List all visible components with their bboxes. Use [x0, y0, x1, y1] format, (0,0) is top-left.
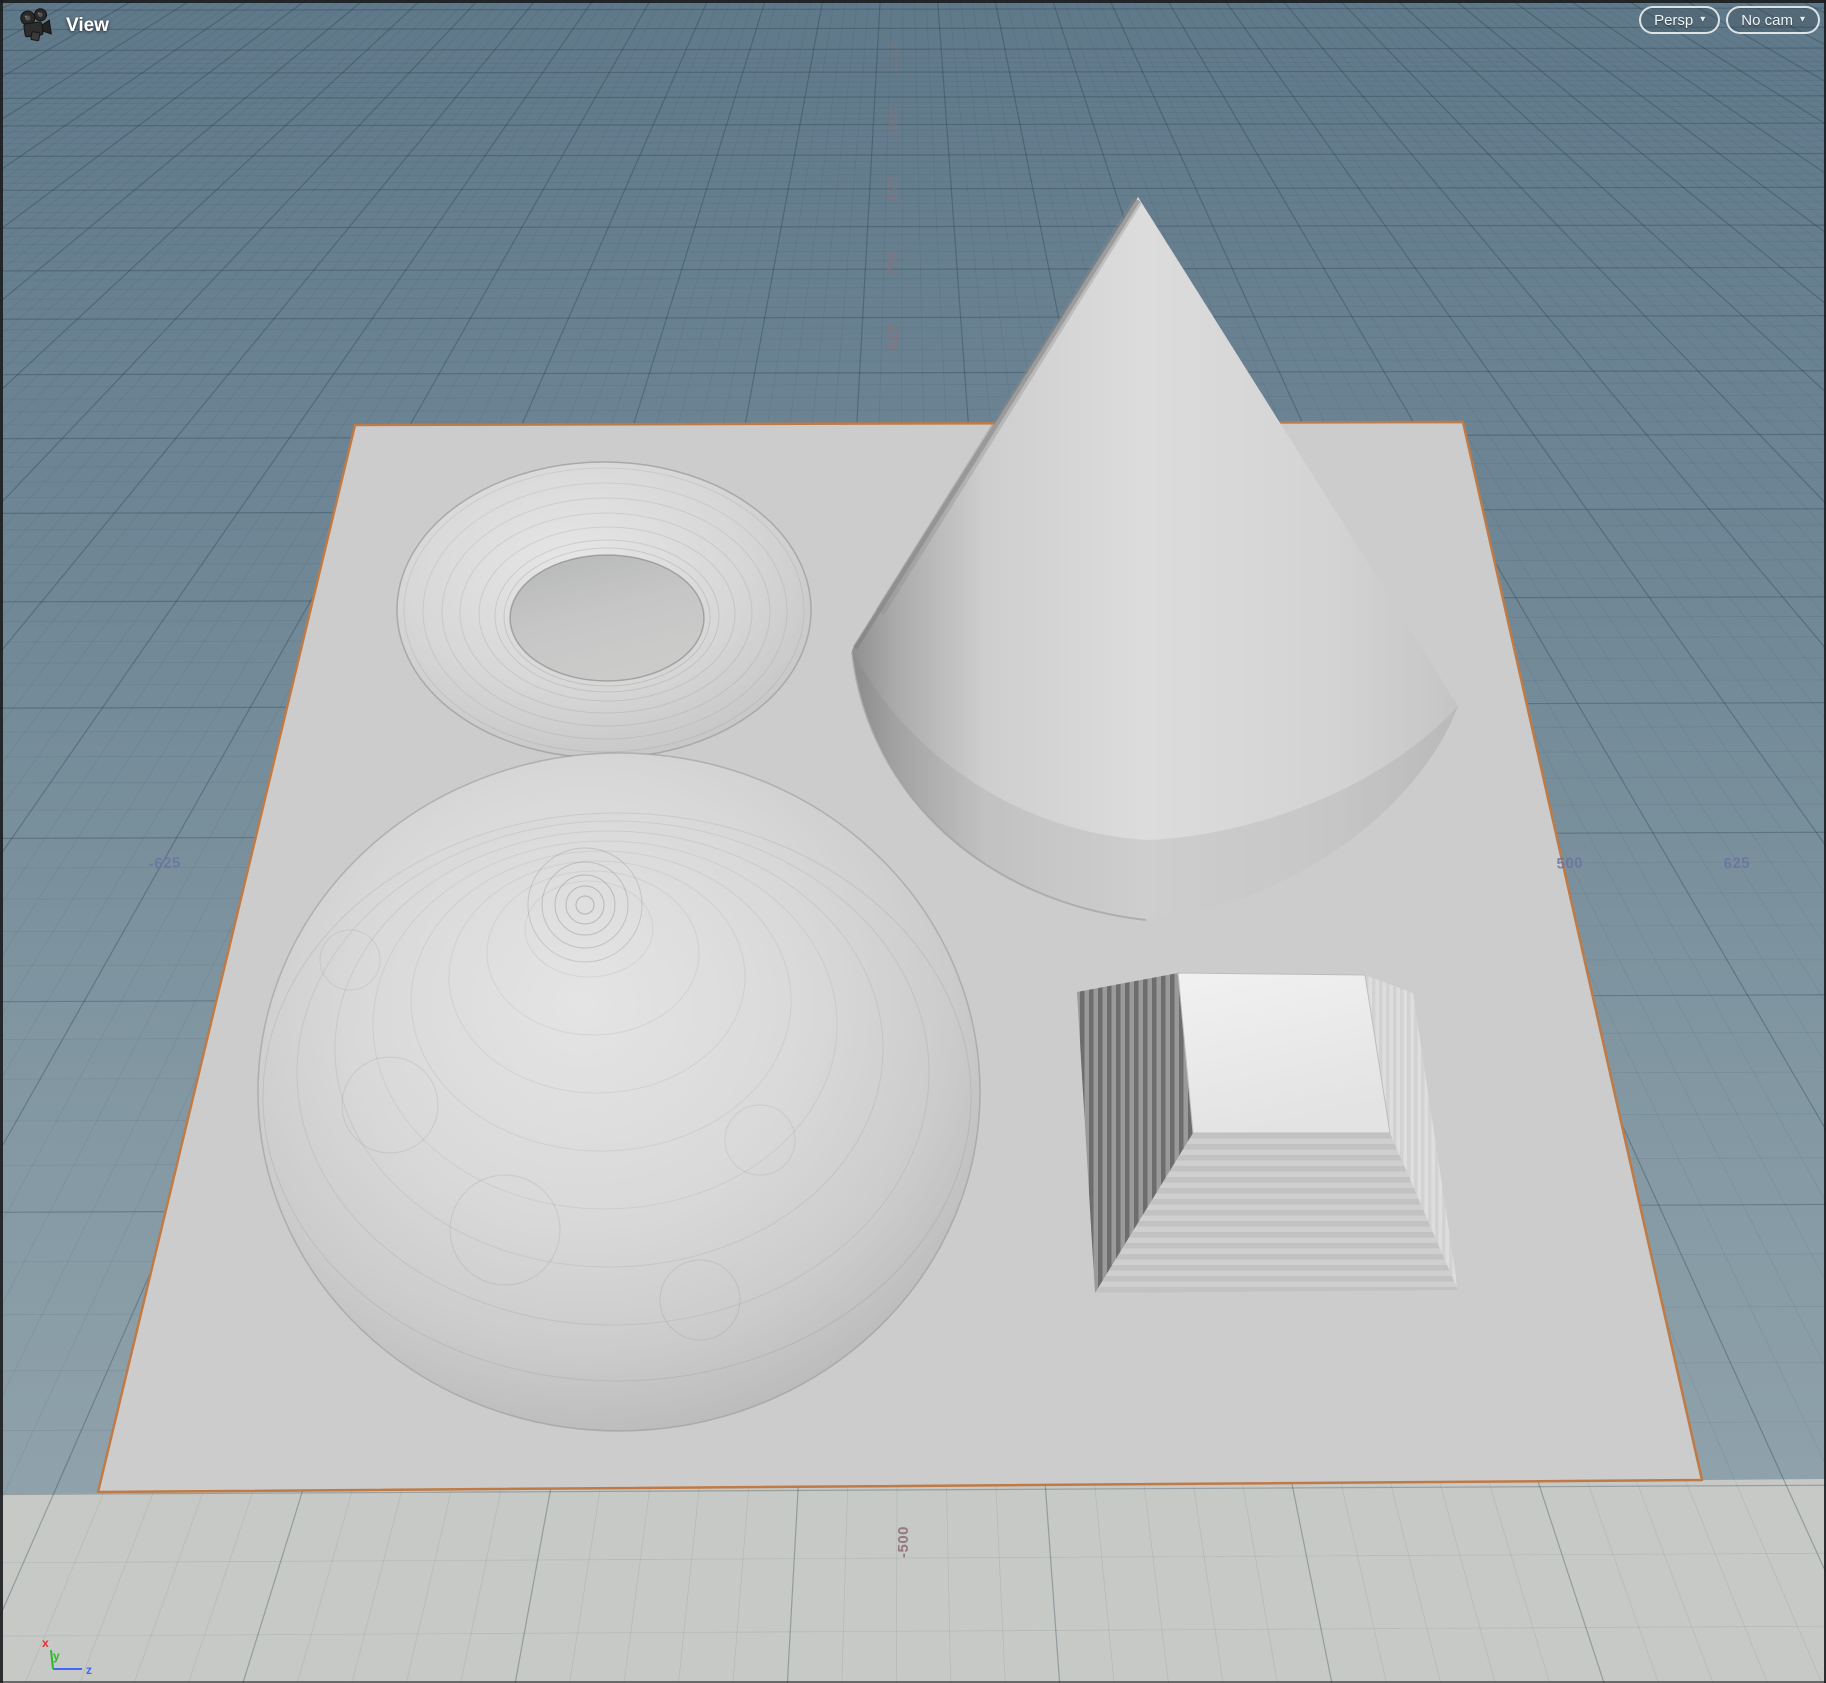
axis-gizmo: x y z	[30, 1628, 120, 1682]
view-menu[interactable]: View	[66, 15, 109, 37]
camera-select-label: No cam	[1741, 12, 1793, 29]
projection-button[interactable]: Persp ▾	[1639, 6, 1720, 34]
3d-viewport[interactable]: -625 500 625 -500 625 750 875 1000 1125	[0, 0, 1826, 1683]
projection-label: Persp	[1654, 12, 1693, 29]
grid-label-x-500: 500	[1556, 855, 1583, 873]
sphere-shape[interactable]	[258, 753, 980, 1431]
grid-label-z-875: 875	[884, 176, 900, 201]
near-ground	[0, 1479, 1826, 1683]
grid-label-x-neg625: -625	[149, 854, 182, 872]
camera-select-button[interactable]: No cam ▾	[1726, 6, 1820, 34]
box-shape[interactable]	[1077, 973, 1458, 1293]
grid-label-z-neg500: -500	[895, 1526, 912, 1558]
axis-z-label: z	[86, 1663, 92, 1677]
grid-label-z-625: 625	[884, 325, 900, 350]
chevron-down-icon: ▾	[1700, 15, 1705, 25]
grid-label-x-625: 625	[1723, 855, 1750, 873]
torus-shape[interactable]	[397, 462, 811, 758]
axis-x-label: x	[42, 1636, 49, 1650]
grid-label-z-1000: 1000	[884, 105, 900, 138]
viewport-border-left	[0, 0, 3, 1683]
grid-label-z-750: 750	[884, 251, 900, 276]
axis-y-label: y	[53, 1649, 60, 1663]
grid-label-z-1125: 1125	[884, 41, 900, 73]
chevron-down-icon: ▾	[1800, 15, 1805, 25]
camera-icon	[18, 8, 54, 44]
viewport-border-top	[0, 0, 1826, 3]
